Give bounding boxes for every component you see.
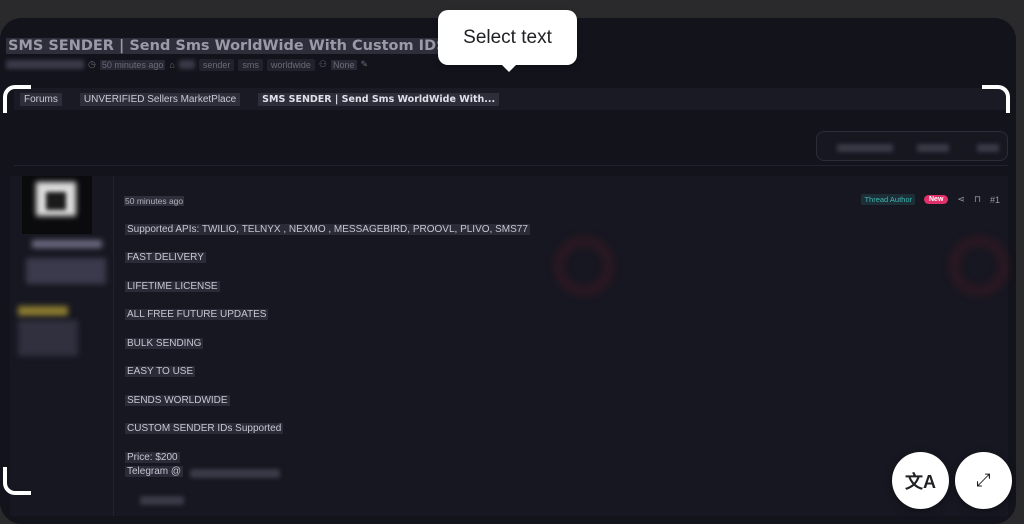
author-name-redacted (6, 60, 84, 69)
post-line: Supported APIs: TWILIO, TELNYX , NEXMO ,… (125, 224, 530, 235)
post-line: EASY TO USE (125, 366, 196, 377)
expand-button[interactable]: ⤢ (955, 452, 1012, 509)
post-line: CUSTOM SENDER IDs Supported (125, 423, 284, 434)
post-time: 50 minutes ago (124, 196, 185, 206)
thread-meta: ◷ 50 minutes ago ⌂ sender sms worldwide … (6, 58, 368, 71)
post-card: 50 minutes ago Thread Author New ⋖ ⊓ #1 … (10, 176, 1009, 516)
thread-time: 50 minutes ago (99, 59, 166, 70)
screenshot-frame: SMS SENDER | Send Sms WorldWide With Cus… (0, 18, 1016, 524)
post-line: LIFETIME LICENSE (125, 281, 220, 292)
post-content: 50 minutes ago Thread Author New ⋖ ⊓ #1 … (124, 176, 1009, 516)
bookmark-icon[interactable]: ⊓ (974, 194, 981, 205)
clock-icon: ◷ (88, 59, 96, 69)
selection-corner-top-right[interactable] (982, 85, 1010, 113)
toolbar-button-redacted[interactable] (977, 144, 999, 152)
breadcrumb-marketplace[interactable]: UNVERIFIED Sellers MarketPlace (79, 92, 241, 106)
user-title-redacted (26, 258, 106, 284)
expand-icon: ⤢ (976, 470, 991, 490)
tooltip-label: Select text (463, 26, 552, 48)
avatar[interactable] (22, 176, 92, 234)
tag-icon: ⌂ (169, 59, 175, 70)
signature-redacted (140, 496, 184, 505)
translate-button[interactable]: 文A (892, 452, 949, 509)
toolbar-button-redacted[interactable] (837, 144, 893, 152)
post-author-column (10, 176, 114, 516)
divider (14, 165, 1008, 166)
pencil-icon[interactable]: ✎ (361, 59, 369, 70)
thread-author-badge: Thread Author (861, 194, 915, 205)
tag-redacted (178, 60, 195, 69)
post-line: BULK SENDING (125, 338, 204, 349)
watermark-logo (554, 236, 614, 296)
tag-sender[interactable]: sender (198, 58, 235, 71)
post-number[interactable]: #1 (990, 195, 1000, 205)
translate-icon: 文A (905, 471, 936, 492)
thread-audience: None (330, 59, 357, 70)
share-icon[interactable]: ⋖ (957, 194, 965, 205)
watermark-logo (949, 236, 1009, 296)
thread-title: SMS SENDER | Send Sms WorldWide With Cus… (6, 38, 449, 54)
telegram-handle-redacted (190, 469, 280, 478)
post-line: SENDS WORLDWIDE (125, 395, 230, 406)
breadcrumb: Forums UNVERIFIED Sellers MarketPlace SM… (14, 88, 1008, 110)
forum-page: SMS SENDER | Send Sms WorldWide With Cus… (0, 18, 1016, 524)
post-line: Telegram @ (125, 466, 184, 477)
tag-worldwide[interactable]: worldwide (266, 58, 315, 71)
post-line: ALL FREE FUTURE UPDATES (125, 309, 269, 320)
toolbar-button-redacted[interactable] (917, 144, 949, 152)
selection-corner-bottom-left[interactable] (3, 467, 31, 495)
post-line: FAST DELIVERY (125, 252, 206, 263)
selection-corner-top-left[interactable] (3, 85, 31, 113)
post-header-actions: Thread Author New ⋖ ⊓ #1 (861, 194, 1000, 205)
breadcrumb-current-thread: SMS SENDER | Send Sms WorldWide With... (258, 92, 500, 106)
new-badge: New (924, 195, 949, 204)
users-icon: ⚇ (318, 59, 327, 69)
user-banner-redacted (18, 306, 68, 316)
post-line: Price: $200 (125, 452, 180, 463)
select-text-tooltip: Select text (438, 10, 577, 72)
tag-sms[interactable]: sms (238, 58, 263, 71)
username-redacted[interactable] (32, 240, 102, 248)
thread-toolbar (816, 131, 1008, 161)
user-stats-redacted (18, 320, 78, 356)
